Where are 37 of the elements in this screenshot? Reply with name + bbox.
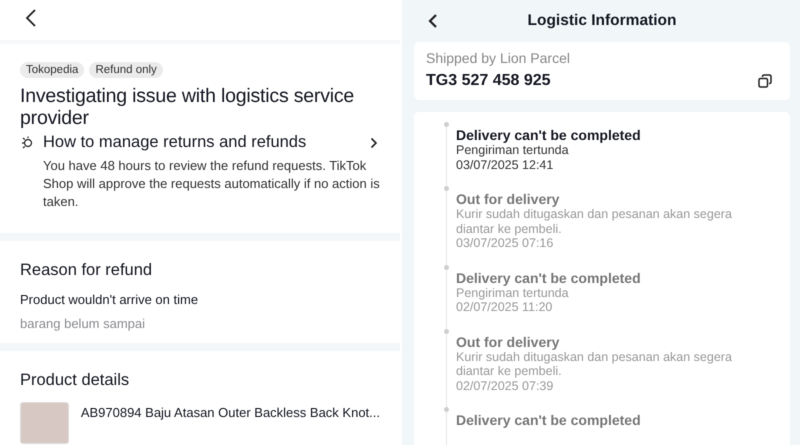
section-heading: Product details (20, 371, 130, 390)
event-time: 02/07/2025 07:39 (456, 378, 554, 393)
carrier-label: Shipped by Lion Parcel (426, 50, 571, 66)
status-title: Investigating issue with logistics service provider (20, 85, 356, 129)
timeline-dot (444, 407, 449, 412)
event-status: Out for delivery (456, 190, 560, 207)
tag: Tokopedia (20, 62, 84, 78)
timeline-dot (444, 186, 449, 191)
event-status: Delivery can't be completed (456, 268, 642, 286)
timeline-dot (444, 264, 449, 270)
refund-reason: Product wouldn't arrive on time (20, 292, 200, 307)
event-status: Delivery can't be completed (456, 411, 642, 428)
event-status: Delivery can't be completed (456, 126, 642, 143)
copy-icon[interactable] (758, 74, 772, 88)
tracking-number: TG3 527 458 925 (426, 72, 551, 90)
event-time: 03/07/2025 12:41 (456, 158, 554, 172)
back-icon[interactable] (25, 9, 37, 27)
event-detail: Pengiriman tertunda (456, 286, 570, 300)
timeline-dot (444, 328, 449, 334)
back-icon[interactable] (428, 13, 438, 29)
chevron-right-icon[interactable] (370, 136, 378, 148)
event-status: Out for delivery (456, 332, 560, 350)
page-title: Logistic Information (528, 12, 676, 30)
event-detail: Pengiriman tertunda (456, 143, 570, 158)
product-photo-placeholder (20, 402, 69, 444)
timeline-dot (444, 122, 449, 127)
tag: Refund only (89, 62, 163, 78)
event-time: 03/07/2025 07:16 (456, 236, 554, 250)
event-detail: Kurir sudah ditugaskan dan pesanan akan segera diantar ke pembeli. (456, 207, 733, 236)
event-time: 02/07/2025 11:20 (456, 300, 554, 314)
product-name[interactable]: AB970894 Baju Atasan Outer Backless Back Knot... (80, 405, 380, 420)
guide-link[interactable]: How to manage returns and refunds (43, 133, 370, 152)
lightbulb-icon (20, 136, 34, 150)
event-detail: Kurir sudah ditugaskan dan pesanan akan segera diantar ke pembeli. (456, 350, 733, 378)
section-heading: Reason for refund (20, 261, 154, 280)
guide-description: You have 48 hours to review the refund requests. TikTok Shop will approve the requests automatically if no action is taken. (43, 157, 380, 211)
refund-note: barang belum sampai (20, 316, 146, 331)
